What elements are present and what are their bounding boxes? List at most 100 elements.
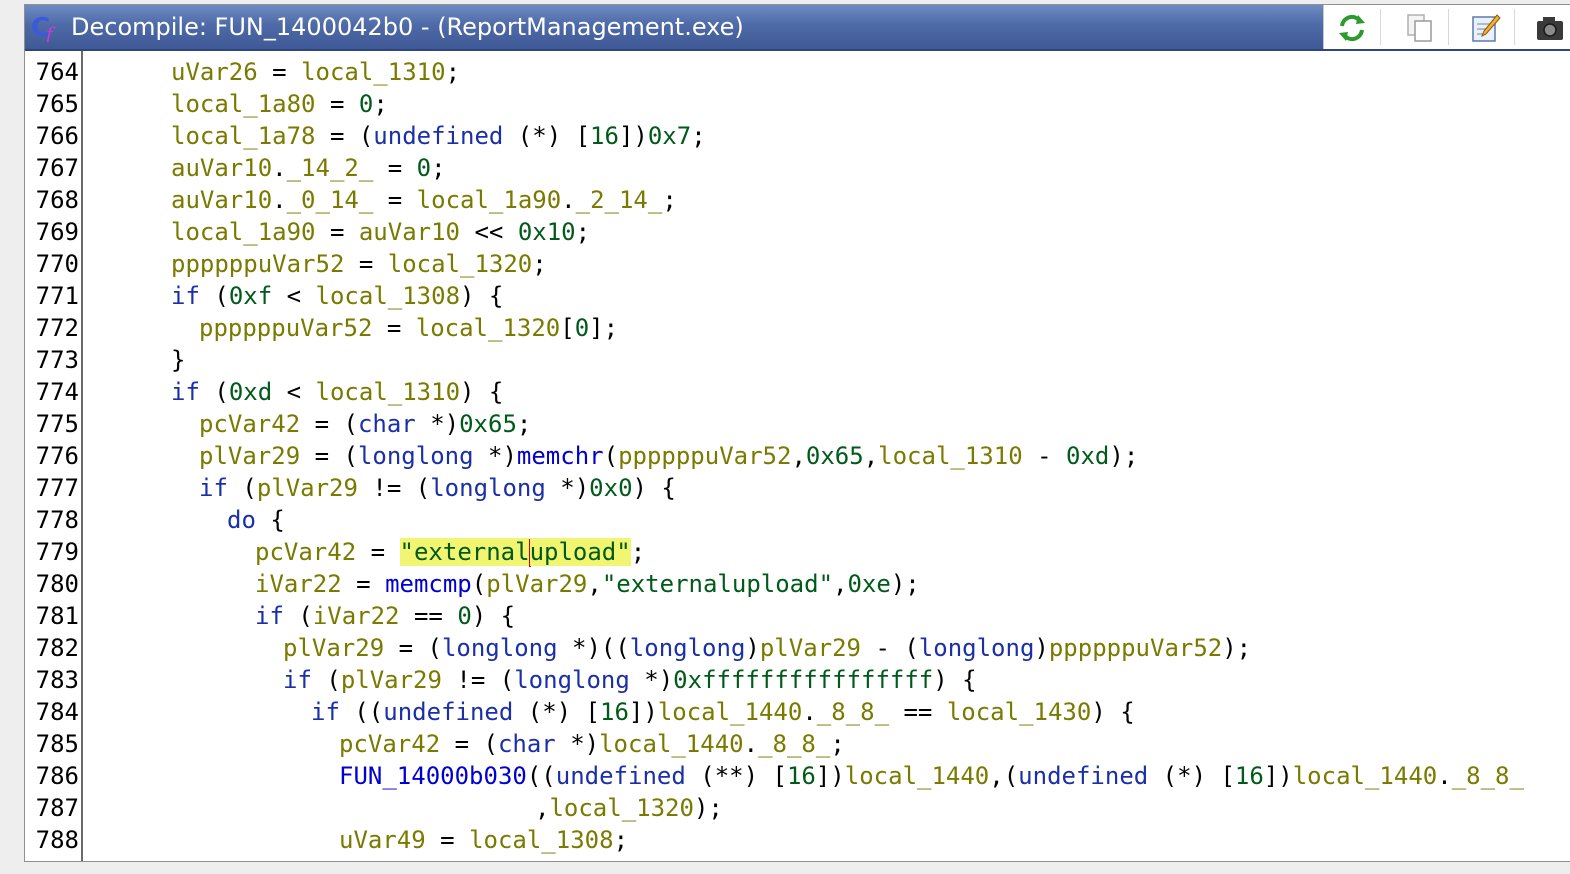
line-number: 788 [35,826,79,854]
code-token: local_1440 [1292,762,1438,790]
code-token: . [561,186,576,214]
code-token: local_1440 [657,698,803,726]
code-token: iVar22 [312,602,400,630]
code-token: 0x7 [647,122,692,150]
code-line[interactable]: plVar29 = (longlong *)memchr(ppppppuVar5… [199,440,1138,472]
code-token: 0 [574,314,590,342]
code-token: ]) [618,122,648,150]
code-token: "externalupload" [601,570,834,598]
code-token: plVar29 [256,474,358,502]
code-token: plVar29 [486,570,588,598]
code-line[interactable]: plVar29 = (longlong *)((longlong)plVar29… [283,632,1251,664]
code-line[interactable]: pcVar42 = (char *)0x65; [199,408,531,440]
code-area[interactable]: uVar26 = local_1310; local_1a80 = 0; local… [85,51,1570,861]
code-token: ; [516,410,532,438]
copy-icon[interactable] [1404,12,1436,44]
code-line[interactable]: if (iVar22 == 0) { [255,600,515,632]
code-token: *) [415,410,460,438]
code-line[interactable]: ppppppuVar52 = local_1320; [171,248,547,280]
code-token: ; [662,186,677,214]
code-token: . [272,154,287,182]
code-token: , [791,442,806,470]
code-line[interactable]: do { [227,504,285,536]
code-token: upload" [529,538,631,566]
line-number: 776 [35,442,79,470]
code-line[interactable]: if ((undefined (*) [16])local_1440._8_8_… [311,696,1135,728]
code-token: = [373,186,417,214]
code-token: ) { [471,602,516,630]
code-line[interactable]: iVar22 = memcmp(plVar29,"externalupload"… [255,568,920,600]
code-line[interactable]: pcVar42 = (char *)local_1440._8_8_; [339,728,845,760]
decompile-icon: C f [31,13,56,42]
code-token: pcVar42 [255,538,357,566]
code-line[interactable]: uVar49 = local_1308; [339,824,628,856]
line-number: 773 [35,346,79,374]
code-line[interactable]: auVar10._0_14_ = local_1a90._2_14_; [171,184,677,216]
code-token: ; [445,58,461,86]
line-number: 778 [35,506,79,534]
code-line[interactable]: auVar10._14_2_ = 0; [171,152,446,184]
code-line[interactable]: FUN_14000b030((undefined (**) [16])local… [339,760,1524,792]
code-token: longlong [357,442,474,470]
code-token: ]) [628,698,658,726]
code-token: 0x0 [589,474,633,502]
code-token: 0xffffffffffffffff [673,666,934,694]
code-line[interactable]: local_1a78 = (undefined (*) [16])0x7; [171,120,706,152]
code-token: ( [603,442,619,470]
code-token: (( [526,762,556,790]
toolbar-separator [1380,9,1381,45]
code-token: char [497,730,556,758]
code-line[interactable]: ,local_1320); [535,792,723,824]
code-line[interactable]: local_1a80 = 0; [171,88,388,120]
code-token: if [255,602,284,630]
code-line[interactable]: if (plVar29 != (longlong *)0x0) { [199,472,676,504]
toolbar-separator [1514,9,1515,45]
code-token: local_1a80 [171,90,316,118]
code-token: (*) [ [503,122,591,150]
snapshot-icon[interactable] [1534,12,1566,44]
code-token: undefined [555,762,686,790]
code-token: { [255,506,285,534]
code-token: 0x65 [805,442,864,470]
line-number: 768 [35,186,79,214]
code-token: ); [890,570,920,598]
toolbar [1323,5,1570,49]
code-token: , [833,570,848,598]
code-token: if [199,474,228,502]
code-line[interactable]: if (0xd < local_1310) { [171,376,503,408]
code-token: iVar22 [255,570,342,598]
code-token: 0xd [228,378,273,406]
code-line[interactable]: } [171,344,185,376]
code-token: 0x65 [459,410,517,438]
code-token: if [283,666,312,694]
code-token: 16 [600,698,629,726]
line-number: 777 [35,474,79,502]
code-token: if [171,282,200,310]
code-token: auVar10 [171,154,273,182]
code-line[interactable]: pcVar42 = "externalupload"; [255,536,645,568]
code-line[interactable]: local_1a90 = auVar10 << 0x10; [171,216,590,248]
code-token: local_1308 [315,282,461,310]
code-token: ( [311,666,341,694]
code-line[interactable]: if (plVar29 != (longlong *)0xfffffffffff… [283,664,977,696]
code-line[interactable]: ppppppuVar52 = local_1320[0]; [199,312,618,344]
code-token: } [171,346,186,374]
code-token: . [743,730,759,758]
code-line[interactable]: uVar26 = local_1310; [171,56,460,88]
title-bar: C f Decompile: FUN_1400042b0 - (ReportMa… [25,5,1570,51]
code-token: ) { [1091,698,1135,726]
code-token: ( [227,474,257,502]
code-token: auVar10 [171,186,273,214]
edit-icon[interactable] [1470,12,1502,44]
code-token: longlong [430,474,546,502]
line-number: 785 [35,730,79,758]
code-token: ) { [460,282,504,310]
line-number: 765 [35,90,79,118]
code-token: ) [745,634,760,662]
code-token: ; [613,826,629,854]
code-token: ; [630,538,646,566]
code-token: local_1440 [599,730,744,758]
code-line[interactable]: if (0xf < local_1308) { [171,280,503,312]
refresh-icon[interactable] [1336,12,1368,44]
line-number: 774 [35,378,79,406]
